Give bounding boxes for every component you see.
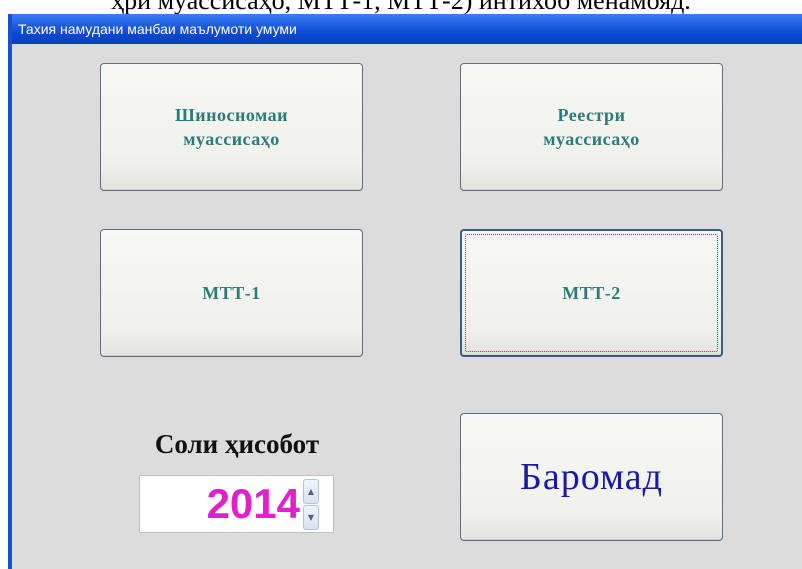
mtt2-button-label: МТТ-2 — [562, 283, 621, 303]
mtt1-button-label: МТТ-1 — [202, 283, 261, 303]
mtt2-button[interactable]: МТТ-2 — [460, 229, 723, 357]
report-year-label: Соли ҳисобот — [154, 429, 320, 459]
spin-up-arrow-icon[interactable]: ▲ — [303, 479, 319, 504]
institution-registry-button-label: Реестри муассисаҳо — [543, 105, 640, 149]
exit-button-label: Баромад — [520, 456, 663, 498]
exit-button[interactable]: Баромад — [460, 413, 723, 541]
institution-passport-button[interactable]: Шиносномаи муассисаҳо — [100, 63, 363, 191]
spin-down-arrow-icon[interactable]: ▼ — [303, 505, 319, 530]
report-year-spinner[interactable]: 2014 ▲ ▼ — [139, 475, 334, 533]
window-title: Тахия намудани манбаи маълумоти умуми — [12, 14, 802, 44]
window-client-area: Шиносномаи муассисаҳо Реестри муассисаҳо… — [12, 44, 802, 569]
institution-passport-button-label: Шиносномаи муассисаҳо — [174, 105, 289, 149]
app-window: Тахия намудани манбаи маълумоти умуми Ши… — [8, 14, 802, 569]
report-year-value[interactable]: 2014 — [144, 476, 300, 532]
institution-registry-button[interactable]: Реестри муассисаҳо — [460, 63, 723, 191]
mtt1-button[interactable]: МТТ-1 — [100, 229, 363, 357]
